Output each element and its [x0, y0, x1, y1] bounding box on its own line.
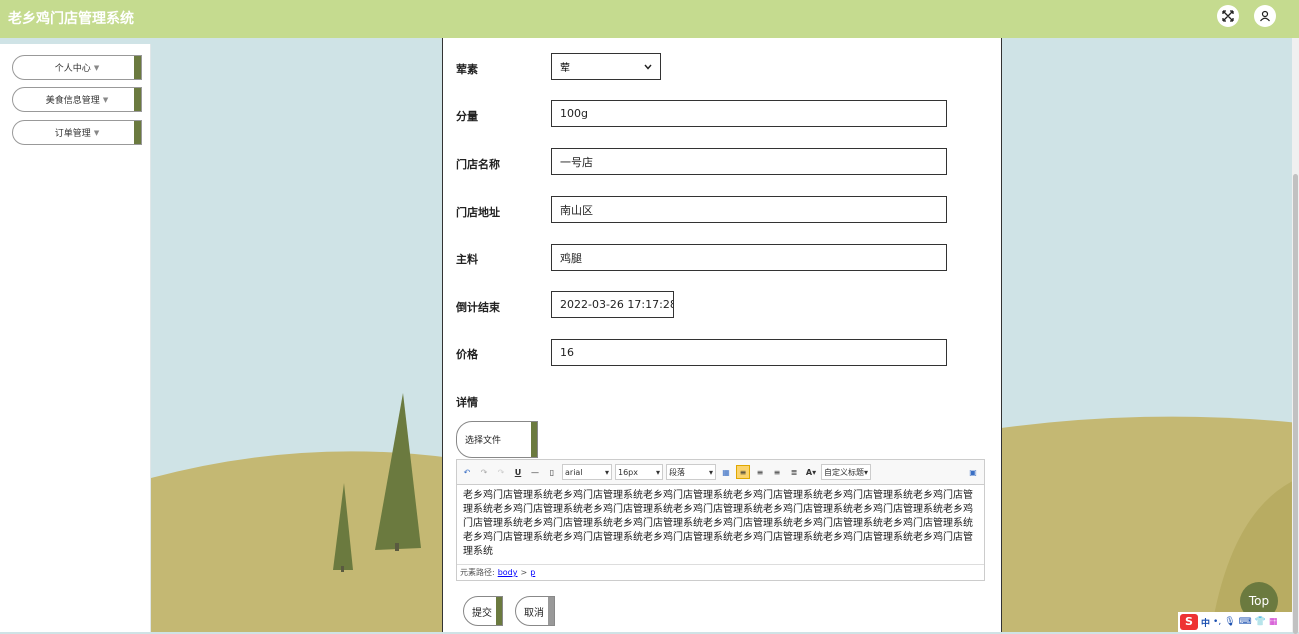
path-separator: >: [520, 568, 528, 577]
input-value: 16: [560, 346, 574, 359]
apps-grid-icon[interactable]: ▦: [1269, 617, 1278, 627]
select-value: 荤: [560, 63, 570, 74]
sidebar-item-personal-center[interactable]: 个人中心 ▼: [12, 55, 142, 80]
table-icon[interactable]: ▦: [719, 465, 733, 479]
field-label-meat-veg: 荤素: [456, 63, 478, 76]
field-label-countdown-end: 倒计结束: [456, 301, 500, 314]
sidebar-item-label: 订单管理: [54, 129, 91, 139]
input-value: 100g: [560, 107, 588, 120]
paragraph-value: 段落: [669, 467, 685, 477]
user-button[interactable]: [1254, 5, 1276, 27]
punctuation-icon[interactable]: •,: [1213, 617, 1221, 627]
fullscreen-button[interactable]: [1217, 5, 1239, 27]
horizontal-rule-icon[interactable]: —: [528, 465, 542, 479]
chevron-down-icon: [644, 64, 652, 70]
sogou-logo-icon: S: [1180, 614, 1198, 630]
chevron-down-icon: ▾: [655, 467, 660, 477]
align-center-icon[interactable]: ≡: [753, 465, 767, 479]
paste-icon[interactable]: ▯: [545, 465, 559, 479]
font-value: arial: [565, 467, 583, 477]
countdown-end-input[interactable]: 2022-03-26 17:17:28: [551, 291, 674, 318]
button-label: 取消: [524, 607, 544, 619]
element-path-bar: 元素路径: body > p: [457, 564, 984, 580]
path-p-link[interactable]: p: [530, 568, 535, 577]
button-label: 选择文件: [465, 436, 502, 446]
field-label-details: 详情: [456, 396, 478, 409]
field-label-store-address: 门店地址: [456, 206, 500, 219]
chevron-down-icon: ▾: [604, 467, 609, 477]
sidebar: 个人中心 ▼ 美食信息管理 ▼ 订单管理 ▼: [0, 44, 151, 632]
editor-toolbar: ↶ ↷ ↷ U — ▯ arial ▾ 16px ▾ 段落 ▾ ▦ ≡ ≡ ≡ ≣ A…: [457, 460, 984, 485]
font-family-select[interactable]: arial ▾: [562, 464, 612, 480]
align-left-icon[interactable]: ≡: [736, 465, 750, 479]
microphone-icon[interactable]: 🎙: [1224, 617, 1235, 627]
undo-icon[interactable]: ↶: [460, 465, 474, 479]
field-label-main-ingredient: 主料: [456, 253, 478, 266]
submit-button[interactable]: 提交: [463, 596, 503, 626]
path-label: 元素路径:: [460, 568, 495, 577]
button-label: 提交: [472, 607, 492, 619]
paragraph-select[interactable]: 段落 ▾: [666, 464, 716, 480]
sidebar-item-label: 美食信息管理: [45, 96, 100, 106]
ime-tray: S 中 •, 🎙 ⌨ 👕 ▦: [1178, 612, 1292, 632]
caret-down-icon: ▼: [102, 95, 109, 104]
caret-down-icon: ▼: [93, 63, 100, 72]
choose-file-button[interactable]: 选择文件: [456, 421, 538, 458]
main-ingredient-input[interactable]: 鸡腿: [551, 244, 947, 271]
sidebar-item-order-management[interactable]: 订单管理 ▼: [12, 120, 142, 145]
caret-down-icon: ▼: [93, 128, 100, 137]
app-title: 老乡鸡门店管理系统: [8, 11, 134, 27]
keyboard-icon[interactable]: ⌨: [1239, 617, 1252, 627]
custom-title-value: 自定义标题: [824, 467, 864, 477]
path-body-link[interactable]: body: [498, 568, 518, 577]
redo-disabled-icon[interactable]: ↷: [494, 465, 508, 479]
input-value: 南山区: [560, 203, 593, 217]
edit-form-panel: 荤素 荤 分量 100g 门店名称 一号店 门店地址 南山区 主料 鸡腿 倒计结…: [442, 38, 1002, 632]
fullscreen-icon: [1222, 10, 1234, 22]
sidebar-item-label: 个人中心: [54, 64, 91, 74]
input-value: 鸡腿: [560, 251, 582, 265]
chevron-down-icon: ▾: [863, 467, 868, 477]
custom-title-select[interactable]: 自定义标题 ▾: [821, 464, 871, 480]
field-label-store-name: 门店名称: [456, 158, 500, 171]
store-address-input[interactable]: 南山区: [551, 196, 947, 223]
store-name-input[interactable]: 一号店: [551, 148, 947, 175]
field-label-price: 价格: [456, 348, 478, 361]
font-size-select[interactable]: 16px ▾: [615, 464, 663, 480]
app-header: 老乡鸡门店管理系统: [0, 0, 1299, 38]
user-icon: [1260, 10, 1270, 22]
align-justify-icon[interactable]: ≣: [787, 465, 801, 479]
input-value: 2022-03-26 17:17:28: [560, 298, 674, 311]
sidebar-item-food-management[interactable]: 美食信息管理 ▼: [12, 87, 142, 112]
cancel-button[interactable]: 取消: [515, 596, 555, 626]
meat-veg-select[interactable]: 荤: [551, 53, 661, 80]
size-value: 16px: [618, 467, 638, 477]
editor-content[interactable]: 老乡鸡门店管理系统老乡鸡门店管理系统老乡鸡门店管理系统老乡鸡门店管理系统老乡鸡门…: [457, 485, 984, 563]
skin-icon[interactable]: 👕: [1255, 617, 1266, 627]
field-label-portion: 分量: [456, 110, 478, 123]
price-input[interactable]: 16: [551, 339, 947, 366]
portion-input[interactable]: 100g: [551, 100, 947, 127]
scrollbar-thumb[interactable]: [1293, 174, 1298, 634]
rich-text-editor: ↶ ↷ ↷ U — ▯ arial ▾ 16px ▾ 段落 ▾ ▦ ≡ ≡ ≡ ≣ A…: [456, 459, 985, 581]
underline-icon[interactable]: U: [511, 465, 525, 479]
redo-icon[interactable]: ↷: [477, 465, 491, 479]
font-color-icon[interactable]: A▾: [804, 465, 818, 479]
fullscreen-editor-icon[interactable]: ▣: [966, 465, 980, 479]
input-value: 一号店: [560, 155, 593, 169]
chevron-down-icon: ▾: [708, 467, 713, 477]
align-right-icon[interactable]: ≡: [770, 465, 784, 479]
page-scrollbar[interactable]: [1292, 38, 1299, 634]
ime-mode[interactable]: 中: [1201, 616, 1210, 629]
